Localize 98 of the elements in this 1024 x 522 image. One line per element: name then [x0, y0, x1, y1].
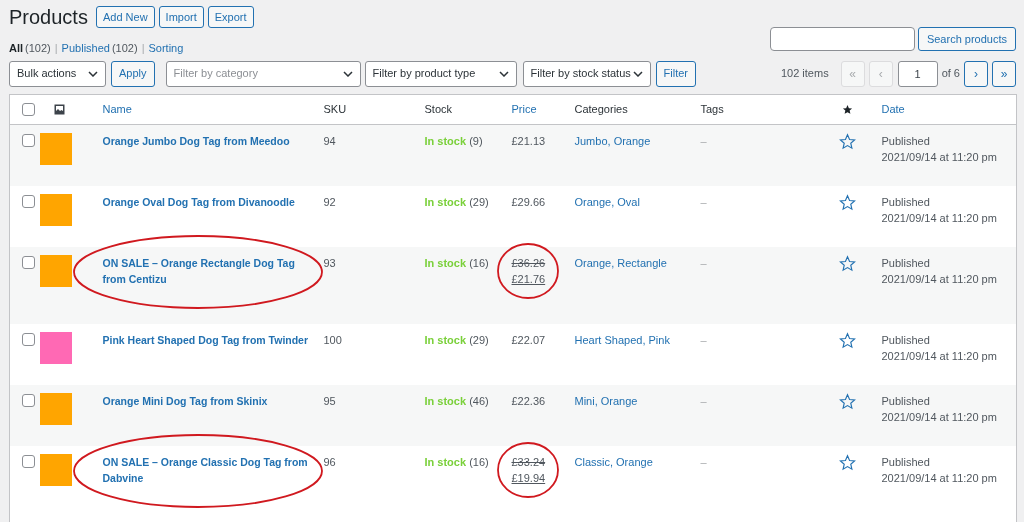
select-field[interactable]: Filter by product type [364, 60, 517, 87]
caret-icon [88, 70, 98, 77]
page-title: Products [9, 5, 88, 30]
publish-date: 2021/09/14 at 11:20 pm [881, 409, 998, 425]
checkbox[interactable] [22, 454, 35, 468]
stock-status: In stock (46) [424, 394, 489, 407]
category-link[interactable]: Orange, Oval [574, 195, 640, 208]
publish-status: Published [881, 133, 931, 149]
category-link[interactable]: Classic, Orange [574, 455, 653, 468]
publish-date: 2021/09/14 at 11:20 pm [881, 271, 998, 287]
product-name-link[interactable]: Orange Oval Dog Tag from Divanoodle [102, 193, 312, 210]
page-field[interactable]: 1 [897, 60, 938, 87]
select-field[interactable]: Filter by stock status [522, 60, 651, 87]
category-link[interactable]: Heart Shaped, Pink [574, 333, 670, 346]
image-icon [53, 103, 65, 115]
price-text: £22.07 [511, 332, 547, 348]
stock-status: In stock (29) [424, 195, 489, 208]
caret-icon [632, 70, 643, 77]
publish-status: Published [881, 454, 931, 470]
star-icon[interactable] [838, 193, 856, 211]
header-button[interactable]: Add New [95, 6, 155, 28]
caret-icon [342, 70, 353, 77]
star-icon[interactable] [838, 254, 856, 272]
tags-text: – [700, 394, 707, 407]
tags-text: – [700, 333, 707, 346]
caret-icon [498, 70, 509, 77]
stock-status: In stock (16) [424, 455, 489, 468]
publish-date: 2021/09/14 at 11:20 pm [881, 470, 998, 486]
category-link[interactable]: Mini, Orange [574, 394, 638, 407]
product-name-link[interactable]: Orange Mini Dog Tag from Skinix [102, 392, 312, 409]
checkbox[interactable] [22, 255, 35, 269]
sku-text: 96 [323, 455, 336, 468]
publish-date: 2021/09/14 at 11:20 pm [881, 149, 998, 165]
page-button[interactable]: » [992, 60, 1016, 87]
column-header: Categories [574, 102, 628, 115]
stock-status: In stock (29) [424, 333, 489, 346]
publish-date: 2021/09/14 at 11:20 pm [881, 348, 998, 364]
page-total: of 6 [941, 66, 960, 82]
column-header[interactable]: Price [511, 102, 537, 115]
price-text: £21.13 [511, 133, 547, 149]
checkbox[interactable] [22, 133, 35, 147]
column-header[interactable]: Name [102, 102, 132, 115]
star-icon[interactable] [838, 331, 856, 349]
header-button[interactable]: Export [207, 6, 254, 28]
view-link[interactable]: Published [61, 40, 110, 57]
stock-status: In stock (16) [424, 256, 489, 269]
page-button[interactable]: › [964, 60, 988, 87]
star-icon[interactable] [838, 453, 856, 471]
view-link[interactable]: Sorting [148, 40, 184, 57]
tags-text: – [700, 134, 707, 147]
star-icon [841, 103, 853, 115]
sku-text: 94 [323, 134, 336, 147]
price-text: £21.76 [511, 271, 547, 287]
sku-text: 100 [323, 333, 342, 346]
product-name-link[interactable]: Pink Heart Shaped Dog Tag from Twinder [102, 331, 312, 348]
category-link[interactable]: Jumbo, Orange [574, 134, 651, 147]
column-header: Stock [424, 102, 452, 115]
sku-text: 92 [323, 195, 336, 208]
filter-button[interactable]: Filter [655, 60, 696, 87]
old-price: £33.24 [511, 454, 547, 470]
select-field[interactable]: Filter by category [165, 60, 361, 87]
star-icon[interactable] [838, 132, 856, 150]
checkbox[interactable] [22, 393, 35, 407]
view-count: (102) [111, 41, 138, 56]
column-header: Tags [700, 102, 724, 115]
category-link[interactable]: Orange, Rectangle [574, 256, 667, 269]
view-link[interactable]: All [9, 40, 24, 57]
select-field[interactable]: Bulk actions [9, 60, 106, 87]
view-count: (102) [25, 41, 51, 56]
publish-status: Published [881, 255, 931, 271]
checkbox[interactable] [22, 194, 35, 208]
price-text: £22.36 [511, 393, 547, 409]
separator-text: | [54, 41, 58, 56]
sku-text: 95 [323, 394, 336, 407]
separator-text: | [141, 41, 145, 56]
old-price: £36.26 [511, 255, 547, 271]
header-button[interactable]: Import [158, 6, 204, 28]
product-name-link[interactable]: Orange Jumbo Dog Tag from Meedoo [102, 132, 312, 149]
sku-text: 93 [323, 256, 336, 269]
apply-button[interactable]: Apply [111, 60, 155, 87]
search-button[interactable]: Search products [917, 27, 1016, 51]
tags-text: – [700, 195, 707, 208]
star-icon[interactable] [838, 392, 856, 410]
price-text: £19.94 [511, 470, 547, 486]
stock-status: In stock (9) [424, 134, 483, 147]
publish-status: Published [881, 194, 931, 210]
column-header[interactable]: Date [881, 102, 905, 115]
column-header: SKU [323, 102, 347, 115]
search-field[interactable] [769, 27, 915, 51]
tags-text: – [700, 455, 707, 468]
publish-status: Published [881, 332, 931, 348]
publish-date: 2021/09/14 at 11:20 pm [881, 210, 998, 226]
tags-text: – [700, 256, 707, 269]
checkbox[interactable] [22, 332, 35, 346]
price-text: £29.66 [511, 194, 547, 210]
item-count: 102 items [780, 66, 829, 82]
publish-status: Published [881, 393, 931, 409]
checkbox[interactable] [22, 102, 35, 116]
